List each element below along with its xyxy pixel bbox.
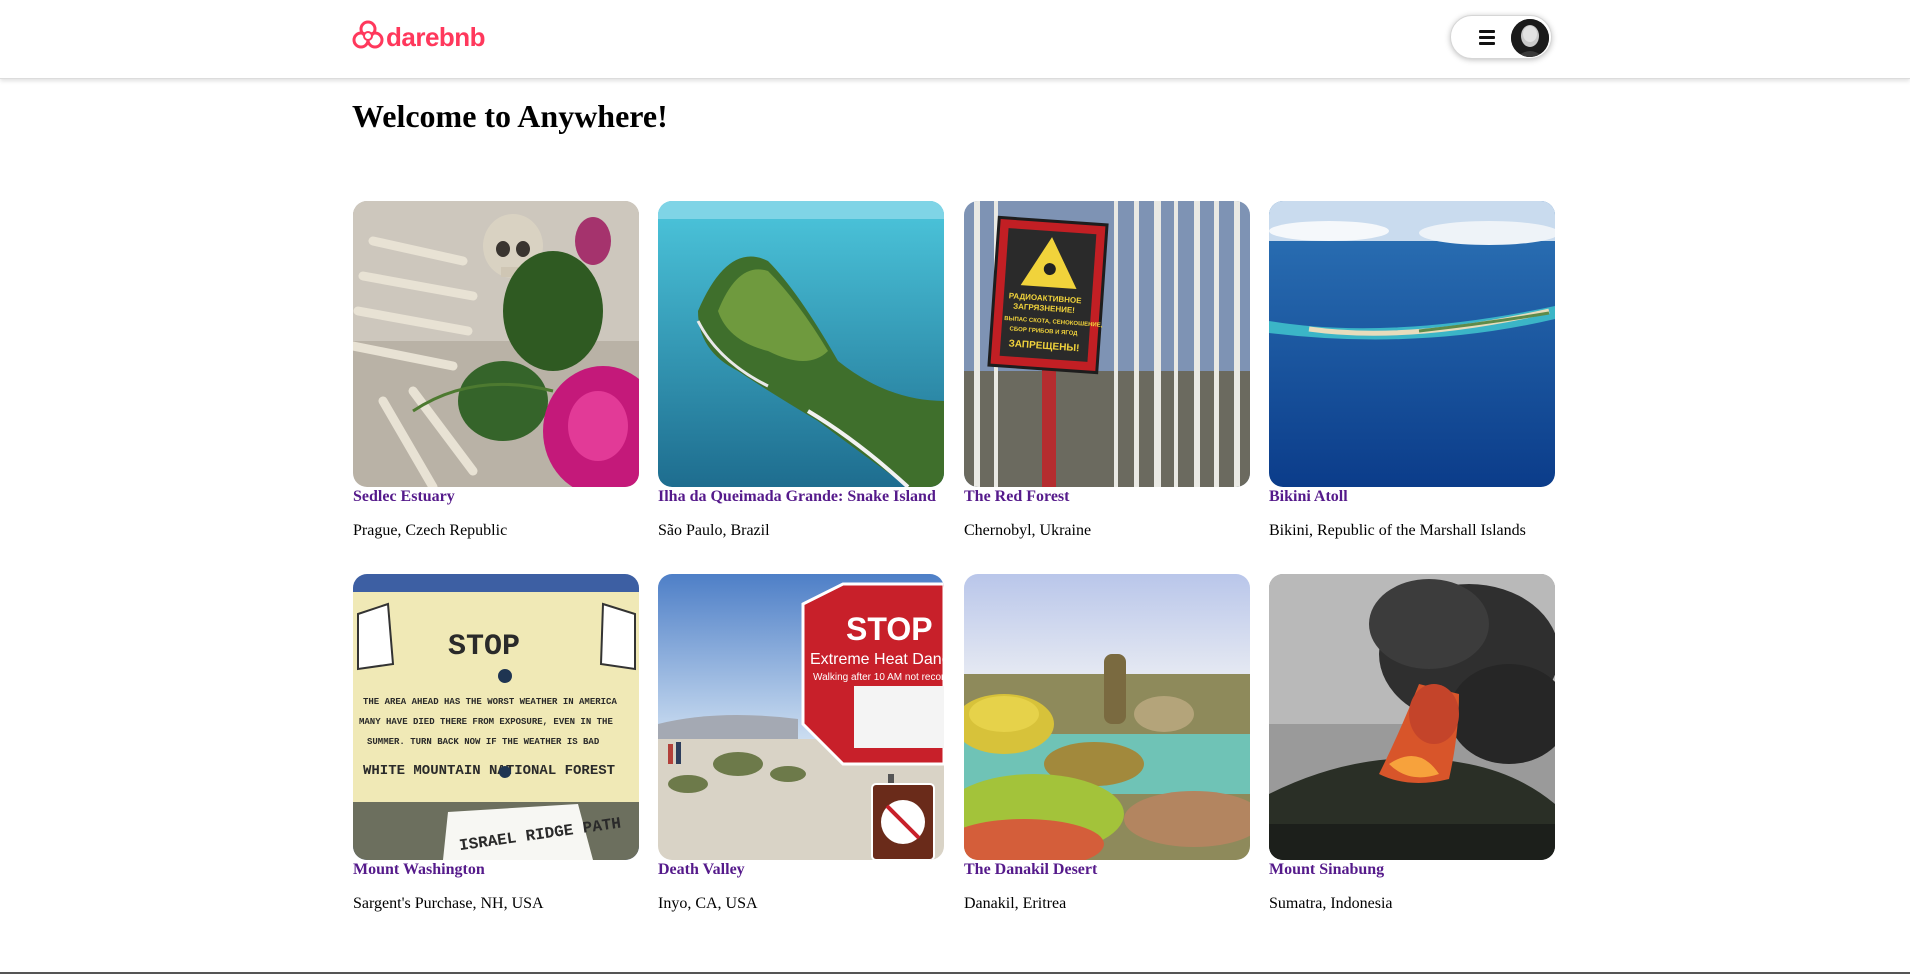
svg-text:Walking after 10 AM not recomm: Walking after 10 AM not recommended	[813, 672, 944, 683]
listing-card[interactable]: The Danakil Desert Danakil, Eritrea	[964, 574, 1250, 914]
listing-photo-death-valley[interactable]: STOP Extreme Heat Danger Walking after 1…	[658, 574, 944, 860]
user-avatar	[1511, 19, 1549, 57]
listing-card[interactable]: Ilha da Queimada Grande: Snake Island Sã…	[658, 201, 944, 541]
svg-text:SUMMER. TURN BACK NOW IF THE W: SUMMER. TURN BACK NOW IF THE WEATHER IS …	[367, 737, 600, 747]
listing-location: Bikini, Republic of the Marshall Islands	[1269, 522, 1526, 539]
hamburger-menu-icon	[1479, 30, 1495, 46]
svg-text:STOP: STOP	[448, 630, 520, 664]
listing-photo-bikini-atoll[interactable]	[1269, 201, 1555, 487]
listing-photo-mount-washington[interactable]: STOP THE AREA AHEAD HAS THE WORST WEATHE…	[353, 574, 639, 860]
listing-photo-danakil-desert[interactable]	[964, 574, 1250, 860]
user-menu-button[interactable]	[1450, 15, 1552, 59]
logo-text: darebnb	[386, 22, 486, 52]
listing-title[interactable]: The Danakil Desert	[964, 860, 1250, 880]
svg-text:WHITE MOUNTAIN NATIONAL FOREST: WHITE MOUNTAIN NATIONAL FOREST	[363, 763, 615, 779]
listing-card[interactable]: РАДИОАКТИВНОЕ ЗАГРЯЗНЕНИЕ! ВЫПАС СКОТА, …	[964, 201, 1250, 541]
listing-title[interactable]: The Red Forest	[964, 487, 1250, 507]
listing-photo-red-forest[interactable]: РАДИОАКТИВНОЕ ЗАГРЯЗНЕНИЕ! ВЫПАС СКОТА, …	[964, 201, 1250, 487]
listing-location: Sumatra, Indonesia	[1269, 895, 1393, 912]
svg-text:MANY HAVE DIED THERE FROM EXPO: MANY HAVE DIED THERE FROM EXPOSURE, EVEN…	[359, 717, 613, 727]
listing-location: Sargent's Purchase, NH, USA	[353, 895, 544, 912]
listing-card[interactable]: Mount Sinabung Sumatra, Indonesia	[1269, 574, 1555, 914]
svg-text:Extreme Heat Danger: Extreme Heat Danger	[810, 651, 944, 668]
listing-title[interactable]: Mount Sinabung	[1269, 860, 1555, 880]
listing-title[interactable]: Death Valley	[658, 860, 944, 880]
svg-text:STOP: STOP	[846, 611, 933, 647]
logo-link[interactable]: darebnb	[352, 18, 486, 57]
biohazard-icon	[352, 18, 384, 57]
listing-card[interactable]: Sedlec Estuary Prague, Czech Republic	[353, 201, 639, 541]
listing-location: Danakil, Eritrea	[964, 895, 1067, 912]
svg-text:THE AREA AHEAD HAS THE WORST W: THE AREA AHEAD HAS THE WORST WEATHER IN …	[363, 697, 617, 707]
listing-location: Chernobyl, Ukraine	[964, 522, 1092, 539]
listing-photo-sedlec[interactable]	[353, 201, 639, 487]
listing-photo-snake-island[interactable]	[658, 201, 944, 487]
listing-location: Inyo, CA, USA	[658, 895, 758, 912]
listing-card[interactable]: STOP Extreme Heat Danger Walking after 1…	[658, 574, 944, 914]
listing-title[interactable]: Bikini Atoll	[1269, 487, 1555, 507]
listing-location: Prague, Czech Republic	[353, 522, 508, 539]
listing-title[interactable]: Ilha da Queimada Grande: Snake Island	[658, 487, 944, 507]
listing-location: São Paulo, Brazil	[658, 522, 770, 539]
listing-title[interactable]: Mount Washington	[353, 860, 639, 880]
listing-title[interactable]: Sedlec Estuary	[353, 487, 639, 507]
page-title: Welcome to Anywhere!	[352, 98, 668, 134]
listing-photo-mount-sinabung[interactable]	[1269, 574, 1555, 860]
listing-card[interactable]: Bikini Atoll Bikini, Republic of the Mar…	[1269, 201, 1555, 541]
top-navigation-bar: darebnb	[0, 0, 1910, 79]
listing-card[interactable]: STOP THE AREA AHEAD HAS THE WORST WEATHE…	[353, 574, 639, 914]
